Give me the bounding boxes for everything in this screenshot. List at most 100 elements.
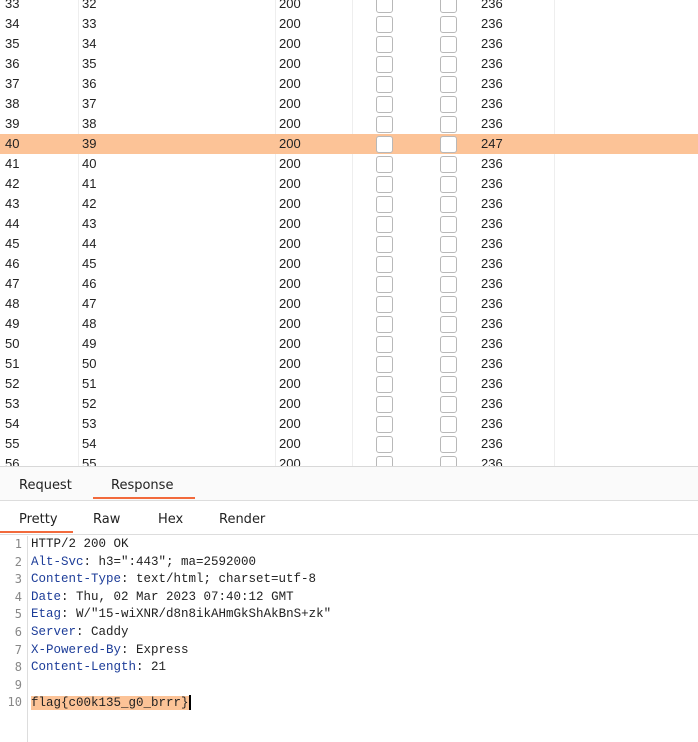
table-row[interactable]: 38 37 200 236 (0, 94, 698, 114)
checkbox[interactable] (440, 36, 457, 53)
checkbox[interactable] (440, 176, 457, 193)
checkbox[interactable] (376, 96, 393, 113)
checkbox[interactable] (376, 416, 393, 433)
active-view-underline (0, 531, 73, 533)
table-cell-length: 236 (481, 316, 503, 331)
table-row[interactable]: 44 43 200 236 (0, 214, 698, 234)
checkbox[interactable] (440, 136, 457, 153)
table-cell: 40 (82, 156, 97, 171)
checkbox[interactable] (440, 236, 457, 253)
table-row[interactable]: 43 42 200 236 (0, 194, 698, 214)
tab-response[interactable]: Response (111, 478, 173, 493)
checkbox[interactable] (440, 296, 457, 313)
checkbox[interactable] (376, 136, 393, 153)
checkbox[interactable] (376, 236, 393, 253)
table-row[interactable]: 49 48 200 236 (0, 314, 698, 334)
checkbox[interactable] (376, 156, 393, 173)
tab-pretty[interactable]: Pretty (19, 512, 58, 527)
checkbox[interactable] (440, 396, 457, 413)
checkbox[interactable] (376, 36, 393, 53)
flag-text: flag{c00k135_g0_brrr} (31, 696, 189, 711)
checkbox[interactable] (376, 436, 393, 453)
checkbox[interactable] (440, 456, 457, 466)
checkbox[interactable] (440, 116, 457, 133)
checkbox[interactable] (440, 156, 457, 173)
line-number: 6 (14, 625, 22, 639)
checkbox[interactable] (440, 216, 457, 233)
table-row[interactable]: 51 50 200 236 (0, 354, 698, 374)
line-number: 8 (14, 660, 22, 675)
table-row[interactable]: 48 47 200 236 (0, 294, 698, 314)
tab-request[interactable]: Request (19, 478, 72, 493)
checkbox[interactable] (376, 76, 393, 93)
active-tab-underline (93, 497, 195, 499)
checkbox[interactable] (440, 376, 457, 393)
code-line: Content-Type: text/html; charset=utf-8 (31, 572, 317, 587)
checkbox[interactable] (376, 276, 393, 293)
tab-raw[interactable]: Raw (93, 512, 120, 527)
table-row[interactable]: 56 55 200 236 (0, 454, 698, 466)
tab-hex[interactable]: Hex (158, 512, 183, 527)
checkbox[interactable] (440, 356, 457, 373)
checkbox[interactable] (440, 416, 457, 433)
checkbox[interactable] (376, 256, 393, 273)
checkbox[interactable] (440, 436, 457, 453)
table-cell-length: 236 (481, 216, 503, 231)
table-cell: 200 (279, 216, 301, 231)
checkbox[interactable] (440, 0, 457, 13)
checkbox[interactable] (376, 216, 393, 233)
checkbox[interactable] (440, 76, 457, 93)
table-cell-length: 236 (481, 16, 503, 31)
checkbox[interactable] (440, 16, 457, 33)
checkbox[interactable] (440, 196, 457, 213)
checkbox[interactable] (376, 0, 393, 13)
table-cell: 50 (5, 336, 20, 351)
table-row[interactable]: 41 40 200 236 (0, 154, 698, 174)
table-row[interactable]: 33 32 200 236 (0, 0, 698, 14)
checkbox[interactable] (376, 196, 393, 213)
table-row[interactable]: 37 36 200 236 (0, 74, 698, 94)
header-value: Caddy (83, 625, 129, 639)
checkbox[interactable] (376, 376, 393, 393)
checkbox[interactable] (440, 316, 457, 333)
table-row[interactable]: 35 34 200 236 (0, 34, 698, 54)
checkbox[interactable] (440, 256, 457, 273)
checkbox[interactable] (376, 296, 393, 313)
table-row[interactable]: 36 35 200 236 (0, 54, 698, 74)
table-cell: 38 (82, 116, 97, 131)
checkbox[interactable] (376, 116, 393, 133)
checkbox[interactable] (376, 396, 393, 413)
table-row[interactable]: 46 45 200 236 (0, 254, 698, 274)
table-cell: 34 (5, 16, 20, 31)
table-cell-length: 236 (481, 76, 503, 91)
line-number: 10 (7, 695, 22, 710)
table-row[interactable]: 34 33 200 236 (0, 14, 698, 34)
checkbox[interactable] (440, 276, 457, 293)
table-row[interactable]: 47 46 200 236 (0, 274, 698, 294)
table-row[interactable]: 55 54 200 236 (0, 434, 698, 454)
response-editor[interactable]: 1 2 3 4 5 6 7 8 9 10 HTTP/2 200 OK Alt-Svc: h3=":4… (0, 536, 698, 742)
code-line: Content-Length: 21 (31, 660, 167, 675)
checkbox[interactable] (376, 176, 393, 193)
checkbox[interactable] (440, 336, 457, 353)
table-row[interactable]: 40 39 200 247 (0, 134, 698, 154)
checkbox[interactable] (376, 16, 393, 33)
checkbox[interactable] (440, 96, 457, 113)
checkbox[interactable] (376, 356, 393, 373)
table-row[interactable]: 54 53 200 236 (0, 414, 698, 434)
checkbox[interactable] (376, 336, 393, 353)
checkbox[interactable] (376, 56, 393, 73)
table-row[interactable]: 53 52 200 236 (0, 394, 698, 414)
line-number: 2 (14, 554, 22, 569)
table-row[interactable]: 42 41 200 236 (0, 174, 698, 194)
table-row[interactable]: 39 38 200 236 (0, 114, 698, 134)
checkbox[interactable] (440, 56, 457, 73)
tab-render[interactable]: Render (219, 512, 265, 527)
checkbox[interactable] (376, 456, 393, 466)
checkbox[interactable] (376, 316, 393, 333)
table-row[interactable]: 52 51 200 236 (0, 374, 698, 394)
results-table[interactable]: 33 32 200 236 34 33 200 236 35 34 200 236 36 35 200 236… (0, 0, 698, 467)
request-response-tabs: Request Response (0, 467, 698, 501)
table-row[interactable]: 45 44 200 236 (0, 234, 698, 254)
table-row[interactable]: 50 49 200 236 (0, 334, 698, 354)
